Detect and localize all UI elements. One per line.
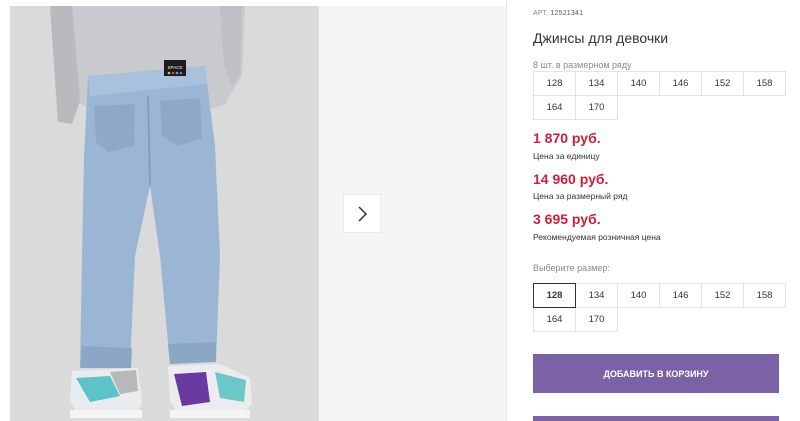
size-selector: 128 134 140 146 152 158 164 170 [533, 283, 786, 332]
add-to-cart-button[interactable]: Добавить в корзину [533, 354, 779, 393]
retail-price: 3 695 руб. [533, 211, 601, 227]
size-option[interactable]: 134 [575, 283, 618, 308]
retail-price-note: Рекомендуемая розничная цена [533, 232, 661, 242]
size-option[interactable]: 158 [743, 283, 786, 308]
row-size-cell: 146 [659, 71, 702, 96]
size-row-grid: 128 134 140 146 152 158 164 170 [533, 71, 786, 120]
size-option[interactable]: 164 [533, 307, 576, 332]
size-option[interactable]: 146 [659, 283, 702, 308]
jeans-photo-illustration: SPACE [10, 6, 319, 421]
size-option[interactable]: 170 [575, 307, 618, 332]
row-size-cell: 128 [533, 71, 576, 96]
unit-price-note: Цена за единицу [533, 151, 600, 161]
row-size-cell: 158 [743, 71, 786, 96]
size-option-selected[interactable]: 128 [533, 283, 576, 308]
size-option[interactable]: 152 [701, 283, 744, 308]
panel-divider [506, 0, 507, 421]
select-size-caption: Выберите размер: [533, 263, 610, 273]
article-value: 12521341 [550, 10, 584, 17]
chevron-right-icon [358, 205, 368, 222]
row-size-cell: 164 [533, 95, 576, 120]
size-option[interactable]: 140 [617, 283, 660, 308]
row-size-cell: 134 [575, 71, 618, 96]
row-size-cell: 170 [575, 95, 618, 120]
row-size-cell: 140 [617, 71, 660, 96]
row-price: 14 960 руб. [533, 171, 609, 187]
product-title: Джинсы для девочки [533, 30, 669, 46]
article-number: АРТ. 12521341 [533, 10, 583, 17]
row-size-cell: 152 [701, 71, 744, 96]
row-price-note: Цена за размерный ряд [533, 191, 628, 201]
size-row-caption: 8 шт. в размерном ряду [533, 60, 632, 70]
product-page: SPACE АРТ. 12521341 Джинсы для девочки 8… [0, 0, 800, 421]
next-slide-button[interactable] [343, 194, 381, 233]
secondary-button-edge[interactable] [533, 416, 779, 421]
unit-price: 1 870 руб. [533, 130, 601, 146]
article-label: АРТ. [533, 10, 549, 17]
product-gallery: SPACE [0, 0, 506, 421]
jeans-label-text: SPACE [168, 65, 183, 70]
product-photo[interactable]: SPACE [10, 6, 319, 421]
